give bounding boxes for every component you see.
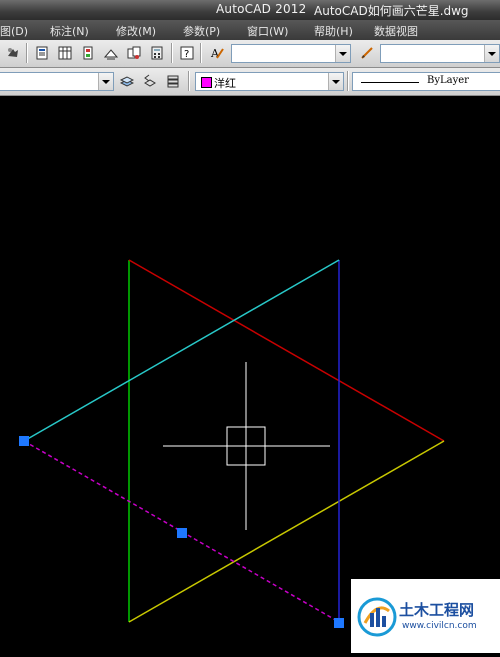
- menu-draw[interactable]: 图(D): [0, 23, 28, 39]
- layer-previous-icon[interactable]: [141, 72, 158, 89]
- toolbar-separator: [347, 71, 349, 91]
- pan-realtime-icon[interactable]: [4, 44, 21, 61]
- menu-parametric[interactable]: 参数(P): [183, 23, 220, 39]
- chevron-down-icon[interactable]: [335, 45, 350, 62]
- menu-dimension[interactable]: 标注(N): [50, 23, 89, 39]
- menu-modify[interactable]: 修改(M): [116, 23, 156, 39]
- quickcalc-icon[interactable]: [148, 44, 165, 61]
- dimension-style-icon[interactable]: [358, 44, 375, 61]
- document-title: AutoCAD如何画六芒星.dwg: [314, 4, 469, 18]
- chevron-down-icon[interactable]: [98, 73, 113, 90]
- red-line[interactable]: [128, 259, 445, 442]
- tool-palettes-icon[interactable]: [79, 44, 96, 61]
- toolbar-separator: [200, 43, 202, 63]
- linetype-dropdown[interactable]: ByLayer: [352, 72, 500, 91]
- dimension-style-dropdown[interactable]: [380, 44, 500, 63]
- watermark: 土木工程网 www.civilcn.com: [351, 579, 500, 653]
- chevron-down-icon[interactable]: [328, 73, 343, 90]
- chevron-down-icon[interactable]: [484, 45, 499, 62]
- toolbar-separator: [188, 71, 190, 91]
- menu-bar: 图(D) 标注(N) 修改(M) 参数(P) 窗口(W) 帮助(H) 数据视图: [0, 20, 500, 40]
- svg-text:A: A: [210, 47, 220, 60]
- watermark-url: www.civilcn.com: [402, 621, 477, 631]
- make-object-layer-current-icon[interactable]: [118, 72, 135, 89]
- color-swatch: [201, 77, 212, 88]
- properties-toolbar: 洋红 ByLayer: [0, 68, 500, 96]
- watermark-logo-icon: [357, 597, 397, 637]
- drawing-canvas[interactable]: [0, 96, 500, 653]
- toolbar-separator: [26, 43, 28, 63]
- help-icon[interactable]: ?: [178, 44, 195, 61]
- grip-start[interactable]: [19, 436, 29, 446]
- sheet-set-icon[interactable]: [102, 44, 119, 61]
- drawing-svg[interactable]: [0, 96, 500, 653]
- linetype-value: ByLayer: [427, 75, 469, 86]
- svg-text:?: ?: [184, 49, 189, 60]
- design-center-icon[interactable]: [56, 44, 73, 61]
- text-style-icon[interactable]: A: [208, 44, 225, 61]
- text-style-dropdown[interactable]: [231, 44, 351, 63]
- app-title: AutoCAD 2012: [216, 2, 307, 16]
- grip-end[interactable]: [334, 618, 344, 628]
- color-value: 洋红: [214, 77, 236, 90]
- watermark-title: 土木工程网: [399, 601, 475, 619]
- properties-icon[interactable]: [33, 44, 50, 61]
- color-dropdown[interactable]: 洋红: [195, 72, 344, 91]
- menu-window[interactable]: 窗口(W): [247, 23, 288, 39]
- standard-toolbar: ? A: [0, 40, 500, 68]
- layer-dropdown[interactable]: [0, 72, 114, 91]
- menu-help[interactable]: 帮助(H): [314, 23, 353, 39]
- cyan-line[interactable]: [23, 259, 340, 442]
- grip-midpoint[interactable]: [177, 528, 187, 538]
- toolbar-separator: [171, 43, 173, 63]
- title-bar: AutoCAD 2012 AutoCAD如何画六芒星.dwg: [0, 0, 500, 20]
- menu-data-view[interactable]: 数据视图: [374, 23, 418, 39]
- layer-states-icon[interactable]: [164, 72, 181, 89]
- markup-set-icon[interactable]: [125, 44, 142, 61]
- linetype-preview: [361, 82, 419, 83]
